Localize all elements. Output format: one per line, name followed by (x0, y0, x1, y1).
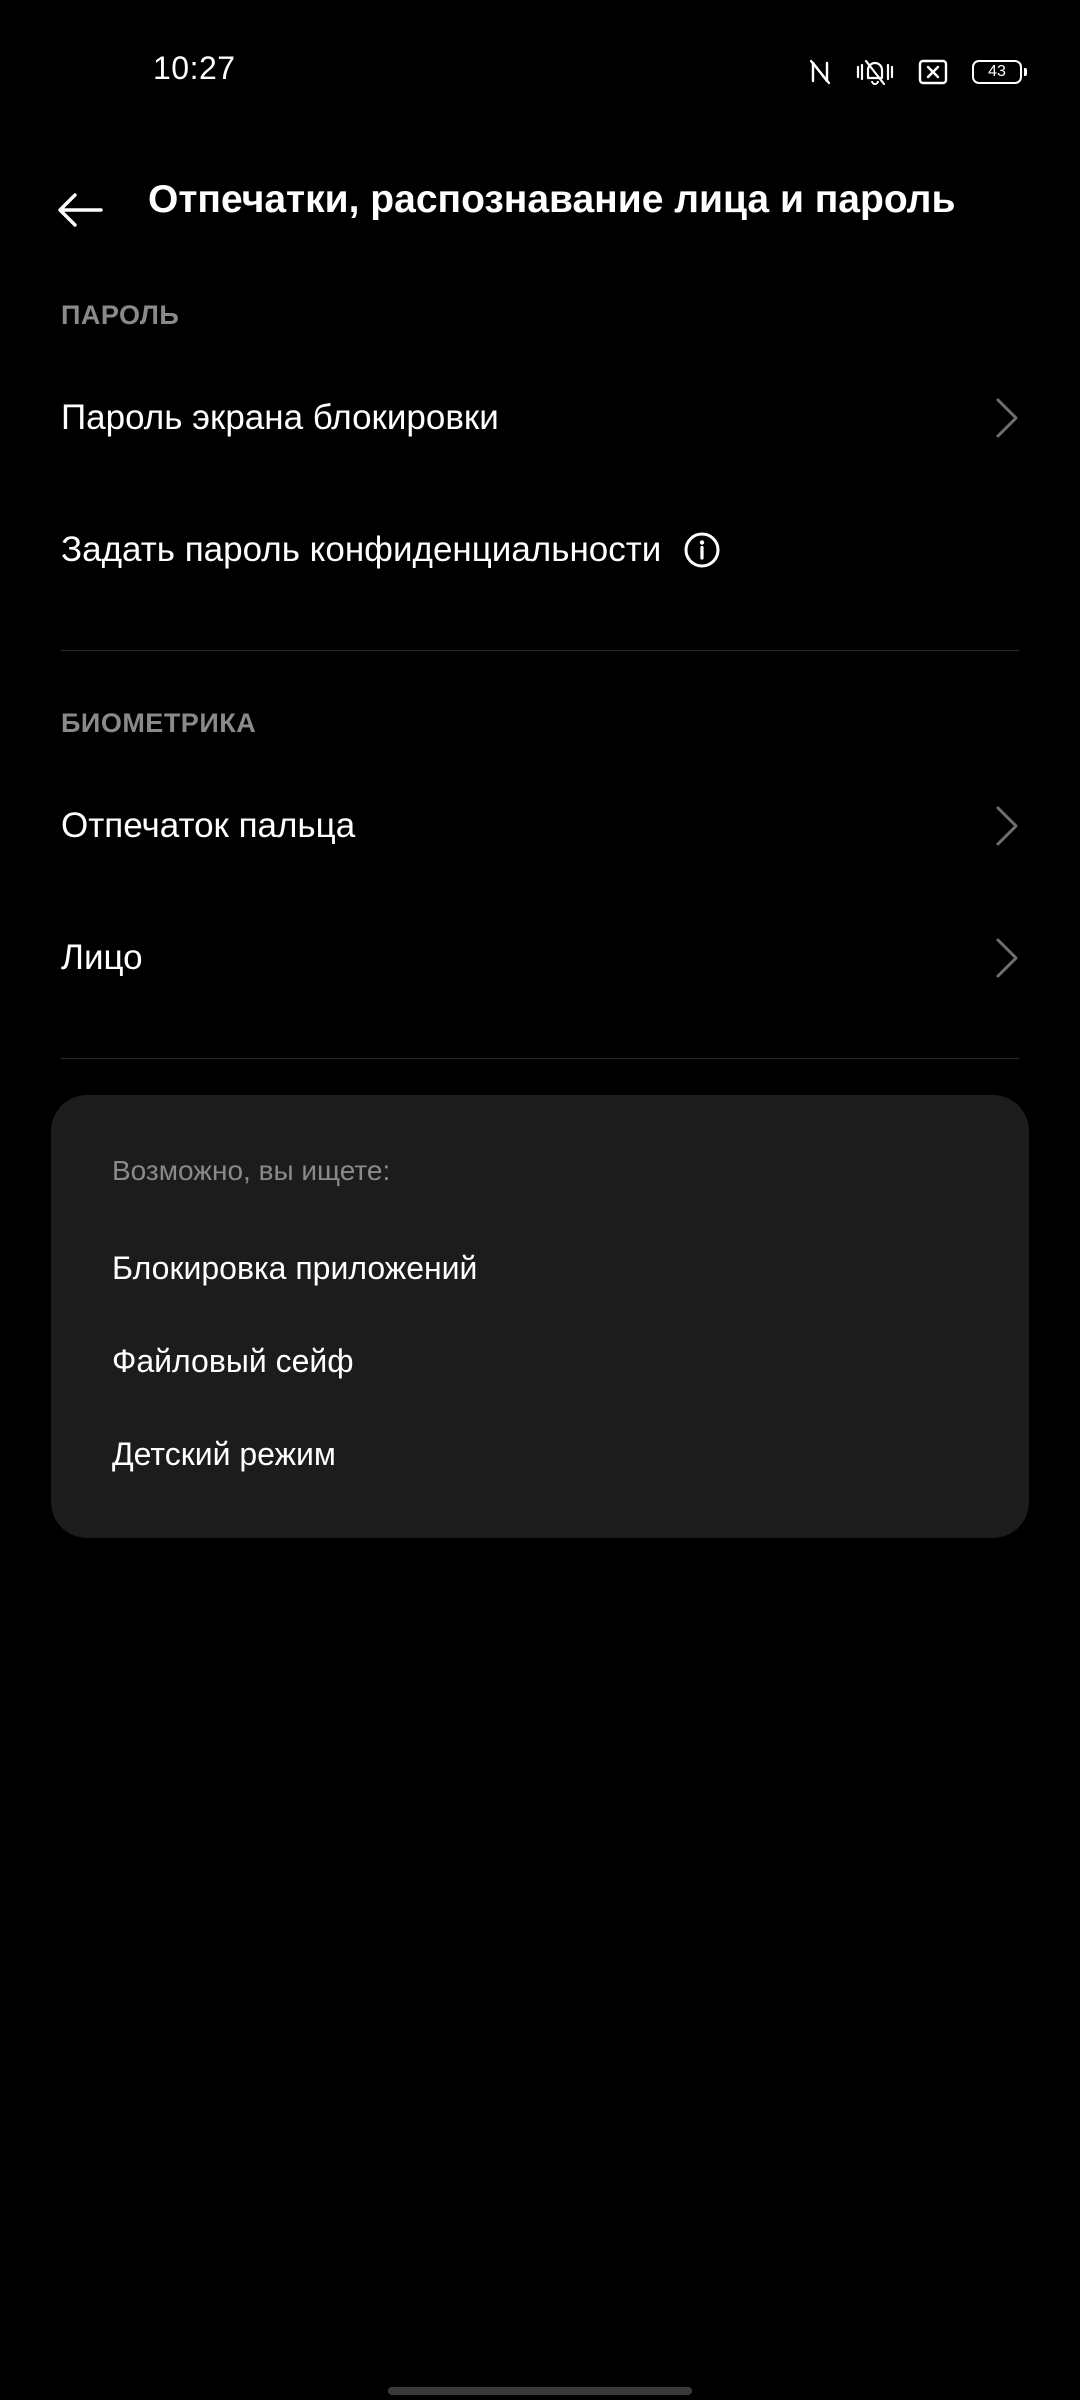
navigation-handle[interactable] (388, 2387, 692, 2395)
battery-icon: 43 (972, 60, 1027, 84)
fingerprint-label: Отпечаток пальца (61, 806, 356, 845)
settings-screen: 10:27 43 Отпечатки, распознавание лица и… (0, 0, 1080, 2400)
face-label: Лицо (61, 938, 143, 977)
arrow-left-icon (57, 192, 103, 233)
suggestion-app-lock[interactable]: Блокировка приложений (112, 1250, 477, 1287)
suggestions-card: Возможно, вы ищете: Блокировка приложени… (51, 1095, 1029, 1538)
nfc-icon (808, 58, 832, 86)
info-icon[interactable] (683, 531, 721, 569)
privacy-password-item[interactable]: Задать пароль конфиденциальности (0, 490, 1080, 610)
suggestion-kids-mode[interactable]: Детский режим (112, 1436, 336, 1473)
privacy-password-label: Задать пароль конфиденциальности (61, 530, 662, 569)
section-header-biometrics: БИОМЕТРИКА (61, 708, 257, 738)
lock-screen-password-label: Пароль экрана блокировки (61, 398, 499, 437)
status-icons: 43 (808, 52, 1027, 92)
face-item[interactable]: Лицо (0, 898, 1080, 1018)
suggestions-title: Возможно, вы ищете: (112, 1155, 391, 1186)
status-bar: 10:27 43 (0, 0, 1080, 140)
fingerprint-item[interactable]: Отпечаток пальца (0, 766, 1080, 886)
battery-level: 43 (988, 63, 1006, 80)
privacy-password-row-content: Задать пароль конфиденциальности (61, 530, 721, 570)
suggestion-file-safe[interactable]: Файловый сейф (112, 1343, 354, 1380)
vibrate-mute-icon (856, 57, 894, 87)
chevron-right-icon (992, 804, 1022, 848)
close-box-icon (918, 59, 948, 85)
chevron-right-icon (992, 936, 1022, 980)
section-divider (61, 1058, 1019, 1059)
section-divider (61, 650, 1019, 651)
lock-screen-password-item[interactable]: Пароль экрана блокировки (0, 358, 1080, 478)
chevron-right-icon (992, 396, 1022, 440)
back-button[interactable] (50, 182, 110, 242)
status-time: 10:27 (153, 50, 236, 86)
app-header: Отпечатки, распознавание лица и пароль (0, 160, 1080, 280)
section-header-password: ПАРОЛЬ (61, 300, 180, 330)
page-title: Отпечатки, распознавание лица и пароль (148, 178, 956, 221)
